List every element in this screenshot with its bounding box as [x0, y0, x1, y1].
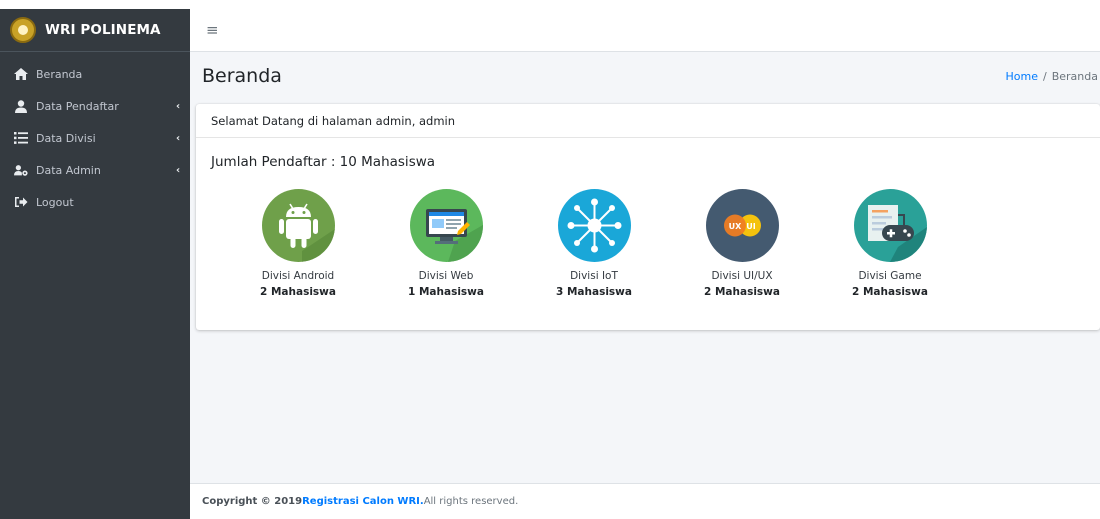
sidebar-item-data-divisi[interactable]: Data Divisi ‹ — [0, 122, 190, 154]
web-monitor-icon — [409, 189, 483, 262]
uiux-badge-ui: UI — [746, 222, 755, 231]
divisi-count: 2 Mahasiswa — [852, 286, 928, 298]
sidebar-item-data-pendaftar[interactable]: Data Pendaftar ‹ — [0, 90, 190, 122]
iot-network-icon — [557, 189, 631, 262]
divisi-list: Divisi Android 2 Mahasiswa Divisi Web 1 … — [211, 189, 1100, 298]
chevron-left-icon: ‹ — [175, 100, 181, 112]
sidebar: WRI POLINEMA Beranda Data Pendaftar ‹ Da… — [0, 0, 190, 519]
divisi-count: 3 Mahasiswa — [556, 286, 632, 298]
divisi-item-game[interactable]: Divisi Game 2 Mahasiswa — [816, 189, 964, 298]
divisi-name: Divisi Android — [261, 270, 335, 282]
sidebar-item-logout[interactable]: Logout — [0, 186, 190, 218]
breadcrumb-home-link[interactable]: Home — [1006, 70, 1038, 83]
user-icon — [14, 99, 28, 113]
divisi-count: 2 Mahasiswa — [260, 286, 336, 298]
divisi-item-web[interactable]: Divisi Web 1 Mahasiswa — [372, 189, 520, 298]
divisi-count: 2 Mahasiswa — [704, 286, 780, 298]
chevron-left-icon: ‹ — [175, 132, 181, 144]
brand-title: WRI POLINEMA — [45, 22, 161, 38]
breadcrumb-separator: / — [1043, 69, 1047, 83]
uiux-icon: UX UI — [705, 189, 779, 262]
sidebar-item-beranda[interactable]: Beranda — [0, 58, 190, 90]
divisi-item-uiux[interactable]: UX UI Divisi UI/UX 2 Mahasiswa — [668, 189, 816, 298]
card-body: Jumlah Pendaftar : 10 Mahasiswa Divisi A… — [196, 138, 1100, 298]
brand-link[interactable]: WRI POLINEMA — [0, 0, 190, 52]
footer: Copyright © 2019 Registrasi Calon WRI. A… — [190, 483, 1100, 519]
card-header: Selamat Datang di halaman admin, admin — [196, 104, 1100, 138]
top-strip — [190, 0, 1100, 9]
divisi-item-iot[interactable]: Divisi IoT 3 Mahasiswa — [520, 189, 668, 298]
welcome-card: Selamat Datang di halaman admin, admin J… — [196, 104, 1100, 330]
breadcrumb: Home / Beranda — [1006, 70, 1100, 83]
sidebar-item-label: Data Divisi — [36, 131, 96, 145]
divisi-name: Divisi Web — [418, 270, 474, 282]
sign-out-icon — [14, 195, 28, 209]
sidebar-item-data-admin[interactable]: Data Admin ‹ — [0, 154, 190, 186]
divisi-name: Divisi UI/UX — [711, 270, 773, 282]
breadcrumb-current: Beranda — [1051, 69, 1098, 83]
sidebar-item-label: Logout — [36, 195, 74, 209]
footer-rights: All rights reserved. — [423, 496, 519, 507]
top-navbar: ≡ — [190, 9, 1100, 52]
sidebar-item-label: Beranda — [36, 67, 83, 81]
footer-copyright: Copyright © 2019 — [202, 496, 303, 507]
home-icon — [14, 67, 28, 81]
page-title: Beranda — [202, 65, 282, 87]
uiux-badge-ux: UX — [728, 222, 741, 231]
divisi-name: Divisi Game — [858, 270, 922, 282]
chevron-left-icon: ‹ — [175, 164, 181, 176]
gamepad-icon — [853, 189, 927, 262]
footer-link[interactable]: Registrasi Calon WRI. — [302, 496, 424, 507]
sidebar-item-label: Data Pendaftar — [36, 99, 119, 113]
users-cog-icon — [14, 163, 28, 177]
content-header: Beranda Home / Beranda — [190, 52, 1100, 100]
brand-logo-icon — [10, 17, 36, 43]
menu-toggle-icon[interactable]: ≡ — [206, 21, 219, 39]
sidebar-nav: Beranda Data Pendaftar ‹ Data Divisi ‹ D… — [0, 52, 190, 218]
divisi-count: 1 Mahasiswa — [408, 286, 484, 298]
list-icon — [14, 131, 28, 145]
sidebar-item-label: Data Admin — [36, 163, 101, 177]
registrant-count-title: Jumlah Pendaftar : 10 Mahasiswa — [211, 154, 436, 170]
android-icon — [261, 189, 335, 262]
divisi-name: Divisi IoT — [570, 270, 618, 282]
divisi-item-android[interactable]: Divisi Android 2 Mahasiswa — [224, 189, 372, 298]
